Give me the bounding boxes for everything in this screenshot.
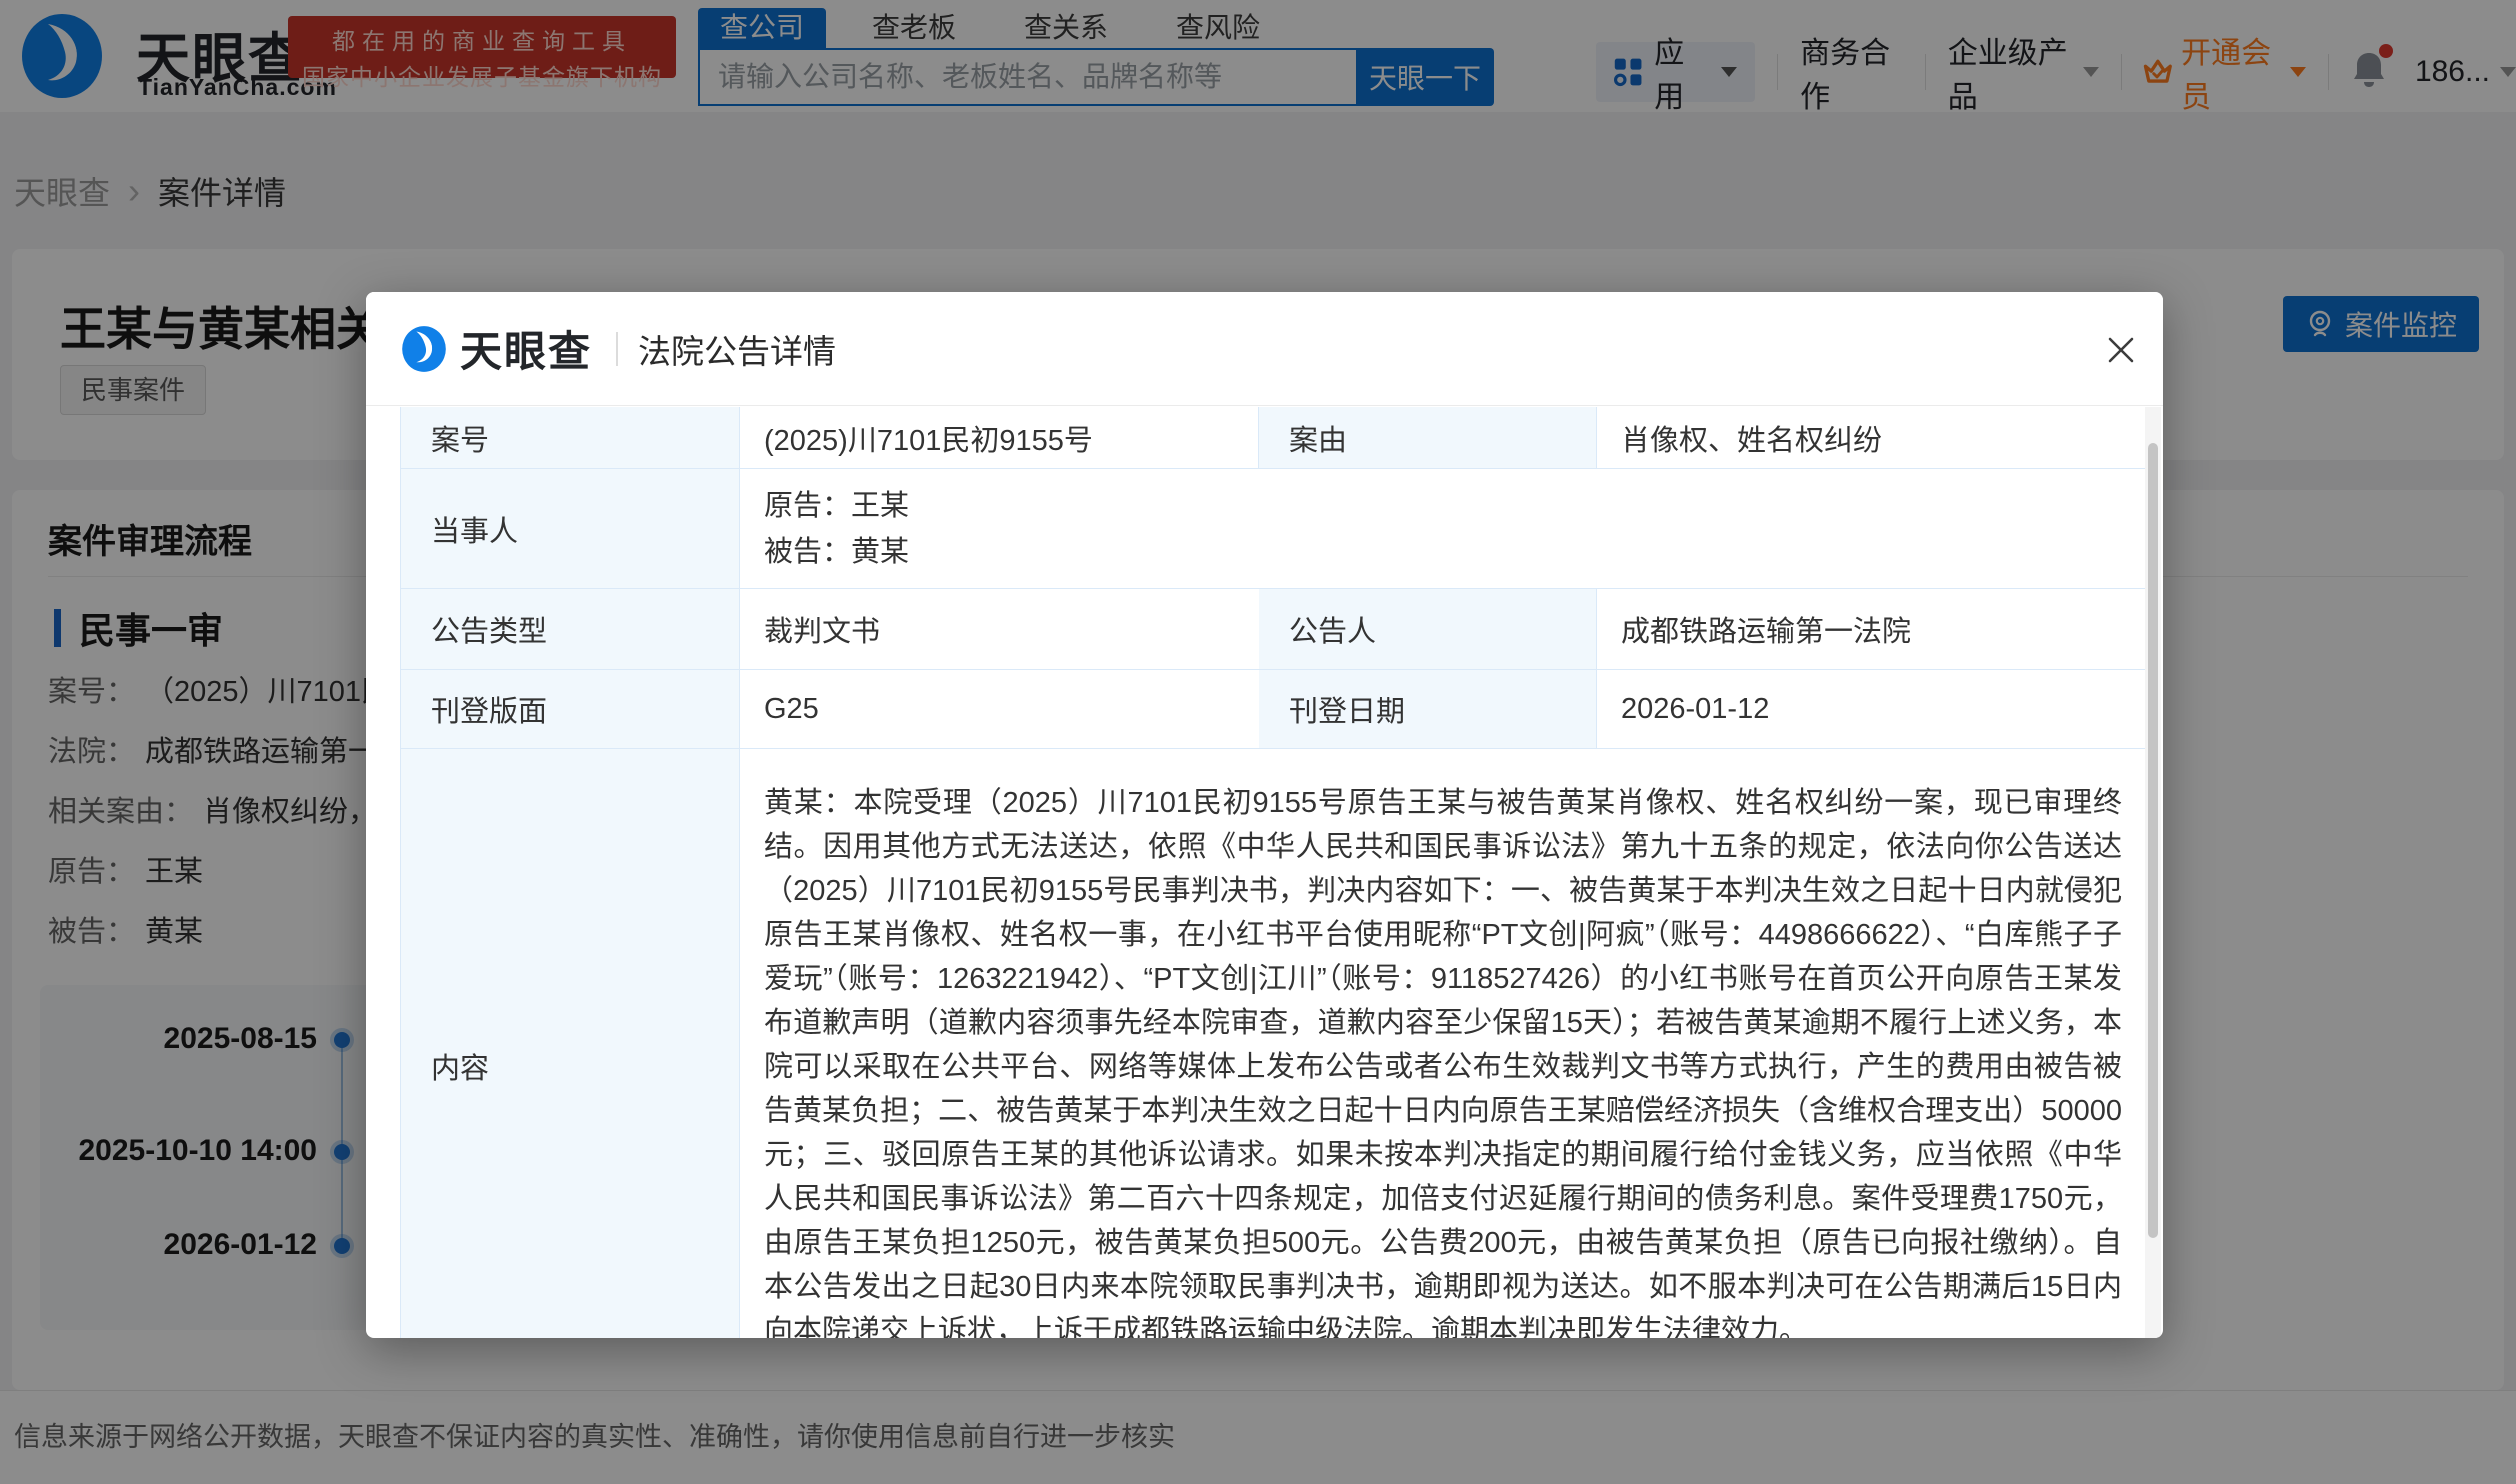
table-label-case-no: 案号 xyxy=(401,407,740,469)
modal-body: 案号 (2025)川7101民初9155号 案由 肖像权、姓名权纠纷 当事人 原… xyxy=(366,407,2163,1338)
table-label-cause: 案由 xyxy=(1259,407,1597,469)
table-label-type: 公告类型 xyxy=(401,589,740,670)
table-label-party: 当事人 xyxy=(401,469,740,589)
table-label-page: 刊登版面 xyxy=(401,670,740,749)
table-value-party: 原告：王某 被告：黄某 xyxy=(740,469,2146,589)
table-label-date: 刊登日期 xyxy=(1259,670,1597,749)
table-value-page: G25 xyxy=(740,670,1259,749)
table-value-case-no: (2025)川7101民初9155号 xyxy=(740,407,1259,469)
table-label-content: 内容 xyxy=(401,749,740,1338)
modal-header: 天眼查 法院公告详情 xyxy=(366,292,2163,406)
table-label-announcer: 公告人 xyxy=(1259,589,1597,670)
table-value-cause: 肖像权、姓名权纠纷 xyxy=(1597,407,2146,469)
divider xyxy=(616,332,618,366)
table-value-content: 黄某：本院受理（2025）川7101民初9155号原告王某与被告黄某肖像权、姓名… xyxy=(740,749,2146,1338)
table-value-date: 2026-01-12 xyxy=(1597,670,2146,749)
modal-scrollbar-track[interactable] xyxy=(2145,407,2161,1338)
tianyancha-logo-icon xyxy=(400,325,448,373)
modal-scrollbar-thumb[interactable] xyxy=(2148,443,2158,1238)
party-defendant: 被告：黄某 xyxy=(764,529,2122,575)
table-value-announcer: 成都铁路运输第一法院 xyxy=(1597,589,2146,670)
modal-brand: 天眼查 xyxy=(460,318,592,379)
court-announcement-modal: 天眼查 法院公告详情 案号 (2025)川7101民初9155号 案由 肖像权、… xyxy=(366,292,2163,1338)
table-value-type: 裁判文书 xyxy=(740,589,1259,670)
announcement-table: 案号 (2025)川7101民初9155号 案由 肖像权、姓名权纠纷 当事人 原… xyxy=(400,407,2145,1338)
modal-title: 法院公告详情 xyxy=(638,325,836,373)
party-plaintiff: 原告：王某 xyxy=(764,483,2122,529)
close-icon[interactable] xyxy=(2101,330,2141,370)
